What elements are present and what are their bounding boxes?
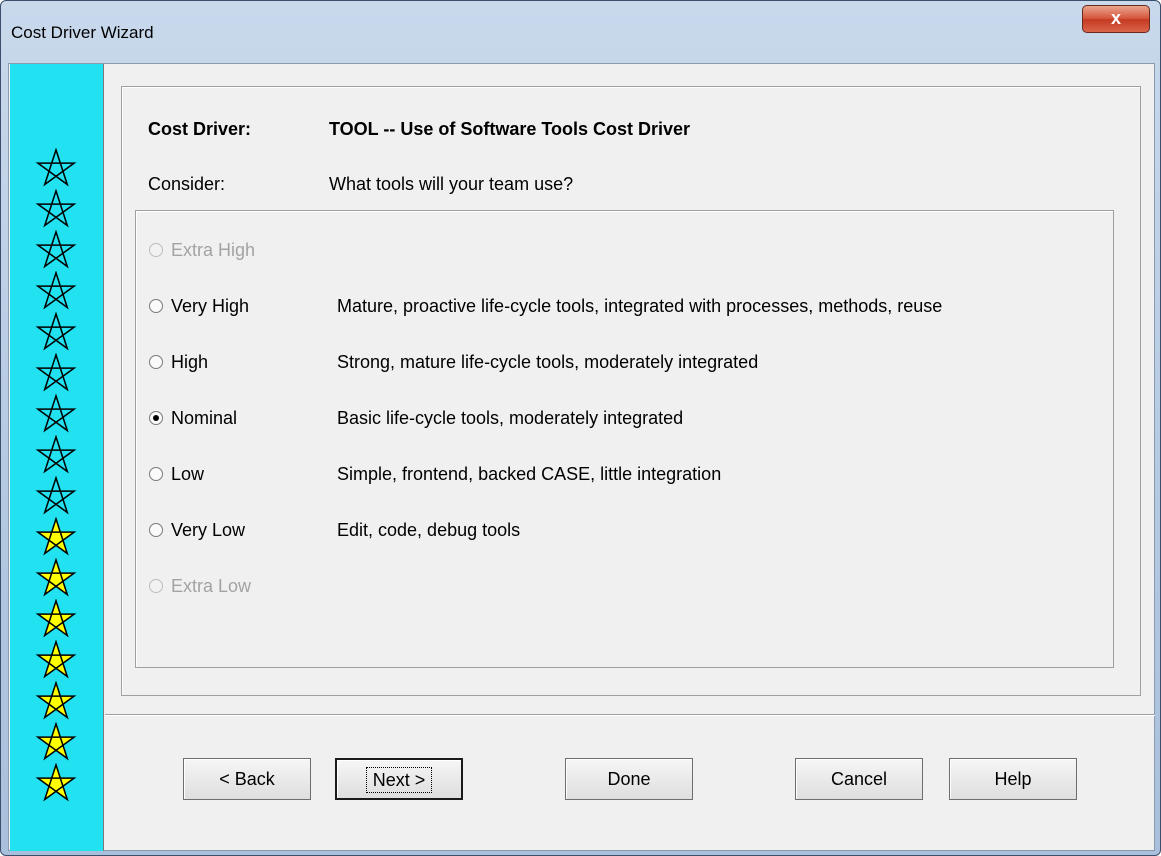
radio-icon[interactable] — [149, 355, 163, 369]
help-button[interactable]: Help — [949, 758, 1077, 800]
progress-star-bar — [10, 64, 104, 851]
rating-option-label: Extra Low — [171, 576, 252, 596]
filled-star-icon — [35, 681, 77, 720]
rating-option-label: Extra High — [171, 240, 256, 260]
outline-star-icon — [35, 476, 77, 515]
radio-icon[interactable] — [149, 467, 163, 481]
rating-option-description: Simple, frontend, backed CASE, little in… — [337, 464, 722, 484]
filled-star-icon — [35, 763, 77, 802]
radio-icon — [149, 579, 163, 593]
filled-star-icon — [35, 722, 77, 761]
outline-star-icon — [35, 271, 77, 310]
cancel-button[interactable]: Cancel — [795, 758, 923, 800]
filled-star-icon — [35, 517, 77, 556]
filled-star-icon — [35, 599, 77, 638]
next-button[interactable]: Next > — [335, 758, 463, 800]
help-button-label: Help — [994, 769, 1032, 789]
rating-option-label[interactable]: Nominal — [171, 408, 237, 429]
outline-star-icon — [35, 230, 77, 269]
rating-option-description: Strong, mature life-cycle tools, moderat… — [337, 352, 759, 372]
outline-star-icon — [35, 394, 77, 433]
done-button-label: Done — [607, 769, 651, 789]
rating-option-label[interactable]: High — [171, 352, 208, 373]
outline-star-icon — [35, 312, 77, 351]
consider-question: What tools will your team use? — [329, 174, 574, 194]
close-button[interactable]: x — [1082, 5, 1150, 33]
outline-star-icon — [35, 148, 77, 187]
window-title: Cost Driver Wizard — [11, 23, 154, 42]
filled-star-icon — [35, 640, 77, 679]
done-button[interactable]: Done — [565, 758, 693, 800]
filled-star-icon — [35, 558, 77, 597]
rating-option-description: Mature, proactive life-cycle tools, inte… — [337, 296, 943, 316]
rating-option-label[interactable]: Low — [171, 464, 204, 485]
back-button-label: < Back — [219, 769, 275, 789]
radio-icon — [149, 243, 163, 257]
close-icon: x — [1110, 8, 1121, 28]
next-button-label: Next > — [365, 767, 433, 793]
rating-options-group — [135, 210, 1114, 668]
rating-option-description: Edit, code, debug tools — [337, 520, 521, 540]
wizard-client-area: Cost Driver: TOOL -- Use of Software Too… — [8, 63, 1155, 851]
outline-star-icon — [35, 353, 77, 392]
outline-star-icon — [35, 435, 77, 474]
back-button[interactable]: < Back — [183, 758, 311, 800]
cancel-button-label: Cancel — [830, 769, 888, 789]
radio-icon[interactable] — [149, 299, 163, 313]
radio-selected-icon[interactable] — [149, 411, 163, 425]
rating-option-description: Basic life-cycle tools, moderately integ… — [337, 408, 684, 428]
radio-icon[interactable] — [149, 523, 163, 537]
cost-driver-value: TOOL -- Use of Software Tools Cost Drive… — [329, 119, 691, 139]
radio-dot-icon — [153, 415, 159, 421]
consider-label: Consider: — [148, 174, 226, 194]
title-bar[interactable]: Cost Driver Wizard x — [1, 1, 1160, 63]
button-separator — [105, 714, 1155, 716]
rating-option-label[interactable]: Very Low — [171, 520, 245, 541]
outline-star-icon — [35, 189, 77, 228]
cost-driver-label: Cost Driver: — [148, 119, 252, 139]
rating-option-label[interactable]: Very High — [171, 296, 249, 317]
wizard-window: Cost Driver Wizard x Cost Driver: TOOL -… — [0, 0, 1161, 856]
